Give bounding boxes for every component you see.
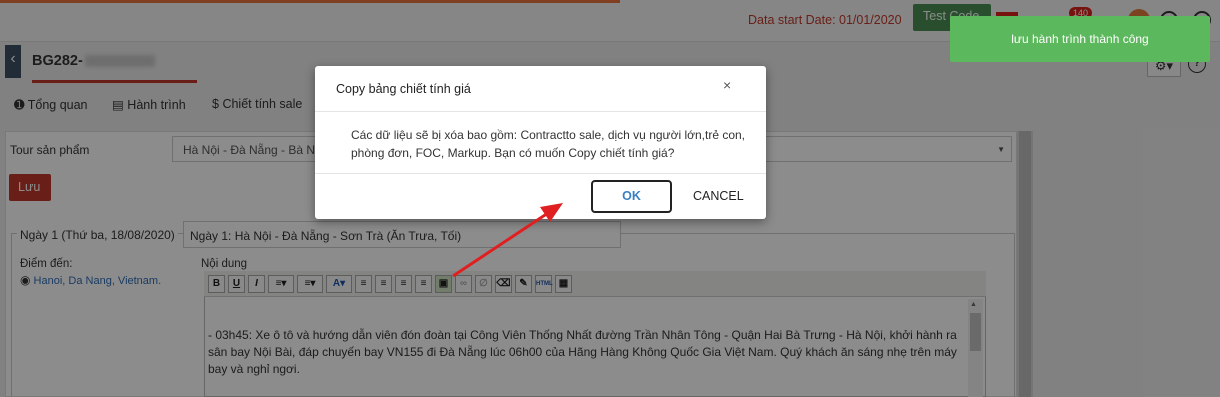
dialog-divider — [315, 111, 766, 112]
dialog-title: Copy bảng chiết tính giá — [336, 82, 471, 96]
success-toast: lưu hành trình thành công — [950, 16, 1210, 62]
ok-button[interactable]: OK — [591, 180, 672, 213]
close-icon[interactable]: × — [723, 77, 731, 93]
dialog-message: Các dữ liệu sẽ bị xóa bao gồm: Contractt… — [351, 128, 746, 160]
cancel-button[interactable]: CANCEL — [693, 189, 744, 203]
dialog-divider — [315, 173, 766, 174]
